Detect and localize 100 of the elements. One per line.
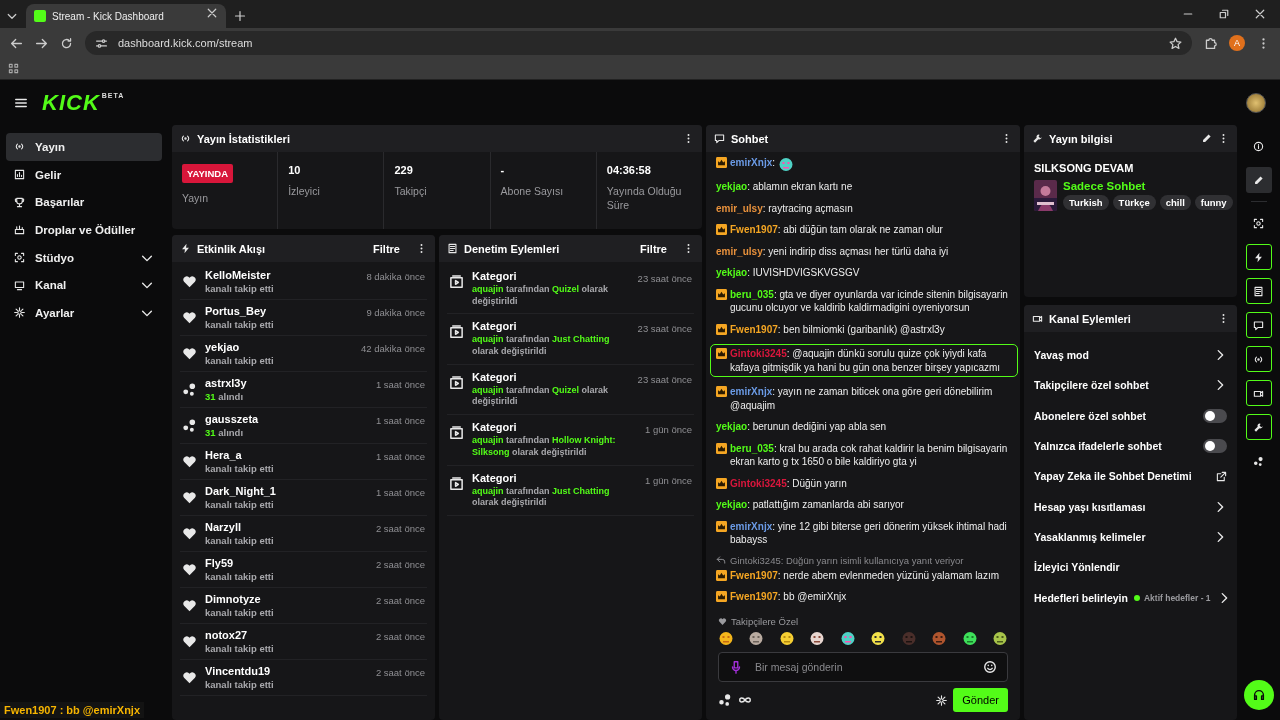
event-detail: kanalı takip etti bbox=[205, 319, 275, 330]
emote-icon[interactable] bbox=[718, 630, 734, 646]
close-icon[interactable] bbox=[1254, 8, 1266, 20]
event-username: Portus_Bey bbox=[205, 305, 268, 317]
category-link[interactable]: Sadece Sohbet bbox=[1063, 180, 1233, 192]
rail-button[interactable] bbox=[1245, 312, 1272, 338]
avatar[interactable] bbox=[1246, 92, 1266, 113]
emote-icon[interactable] bbox=[839, 630, 856, 646]
emote-icon[interactable] bbox=[778, 156, 795, 172]
sidebar-item[interactable]: Yayın bbox=[6, 133, 162, 161]
heart-icon bbox=[182, 526, 197, 541]
microphone-icon[interactable] bbox=[729, 660, 743, 674]
emote-icon[interactable] bbox=[809, 630, 826, 646]
overlay-caption: Fwen1907 : bb @emirXnjx bbox=[0, 702, 145, 718]
sidebar-item[interactable]: Ayarlar bbox=[6, 299, 162, 327]
toggle-switch[interactable] bbox=[1203, 439, 1227, 454]
external-link-icon[interactable] bbox=[1216, 470, 1227, 482]
pencil-icon[interactable] bbox=[1201, 133, 1212, 144]
moderation-title: Kategori bbox=[472, 421, 518, 434]
sidebar-item[interactable]: Kanal bbox=[6, 271, 162, 300]
rail-button[interactable] bbox=[1245, 244, 1272, 270]
emote-icon[interactable] bbox=[870, 630, 887, 646]
event-username: astrxl3y bbox=[205, 377, 248, 389]
toggle-switch[interactable] bbox=[1203, 408, 1227, 423]
rail-button[interactable] bbox=[1245, 380, 1272, 406]
panel-title: Yayın bilgisi bbox=[1049, 132, 1114, 145]
back-icon[interactable] bbox=[10, 36, 23, 50]
send-button[interactable]: Gönder bbox=[953, 688, 1008, 712]
sidebar-item[interactable]: Başarılar bbox=[6, 188, 162, 217]
rail-button[interactable] bbox=[1245, 278, 1272, 304]
filter-button[interactable]: Filtre bbox=[630, 242, 677, 255]
category-tag[interactable]: Turkish bbox=[1063, 195, 1109, 210]
new-tab-icon[interactable] bbox=[234, 10, 246, 22]
lightning-icon bbox=[1253, 251, 1264, 263]
moderation-description: aquajin tarafından Hollow Knight: Silksong olarak değiştirildi bbox=[472, 435, 617, 459]
channel-action-label[interactable]: Yapay Zeka ile Sohbet Denetimi bbox=[1034, 470, 1210, 483]
rail-button[interactable] bbox=[1245, 167, 1272, 193]
heart-icon bbox=[182, 562, 197, 577]
chat-message: Fwen1907: bb @emirXnjx bbox=[730, 590, 847, 604]
sidebar-item[interactable]: Droplar ve Ödüller bbox=[6, 216, 162, 244]
rail-button[interactable] bbox=[1245, 346, 1272, 372]
reply-icon bbox=[716, 555, 726, 565]
channel-action-label[interactable]: Abonelere özel sohbet bbox=[1034, 409, 1197, 422]
emote-icon[interactable] bbox=[961, 630, 978, 646]
address-bar[interactable]: dashboard.kick.com/stream bbox=[85, 31, 1192, 55]
bookmark-star-icon[interactable] bbox=[1169, 36, 1182, 50]
chat-message: yekjao: IUVISHDVIGSKVGSGV bbox=[716, 266, 860, 280]
chat-message: beru_035: kral bu arada cok rahat kaldirir la benim bilgisayarin ekran karto g tx 1650 o bile kaldiriyo gta yi bbox=[730, 441, 1009, 469]
emoji-icon[interactable] bbox=[983, 660, 997, 674]
category-tag[interactable]: funny bbox=[1194, 195, 1233, 210]
heart-icon bbox=[182, 490, 197, 505]
heart-icon bbox=[182, 346, 197, 361]
emote-icon[interactable] bbox=[748, 630, 765, 646]
stat-value: 229 bbox=[394, 164, 413, 176]
panel-title: Kanal Eylemleri bbox=[1049, 312, 1132, 325]
screen-play-icon bbox=[449, 425, 464, 441]
moderation-description: aquajin tarafından Quizel olarak değiştirildi bbox=[472, 384, 610, 409]
rail-button[interactable] bbox=[1245, 414, 1272, 440]
emote-icon[interactable] bbox=[991, 630, 1008, 646]
dots-icon[interactable] bbox=[718, 693, 732, 707]
chat-message: Fwen1907: ben bilmiomki (garibanlık) @astrxl3y bbox=[730, 322, 945, 336]
screen-play-icon bbox=[449, 324, 464, 340]
channel-action-label[interactable]: İzleyici Yönlendir bbox=[1034, 561, 1227, 574]
sidebar-item[interactable]: Gelir bbox=[6, 160, 162, 189]
message-field[interactable]: Bir mesaj gönderin bbox=[718, 652, 1008, 682]
chat-message: emir_ulsy: yeni indirip diss açması her türlü daha iyi bbox=[716, 244, 949, 258]
channel-action-label[interactable]: Hesap yaşı kısıtlaması bbox=[1034, 500, 1207, 513]
event-username: notox27 bbox=[205, 629, 249, 641]
sidebar-item[interactable]: Stüdyo bbox=[6, 243, 162, 272]
channel-action-label[interactable]: Yalnızca ifadelerle sohbet bbox=[1034, 440, 1197, 453]
channel-action-label[interactable]: Takipçilere özel sohbet bbox=[1034, 379, 1207, 392]
forward-icon[interactable] bbox=[35, 36, 48, 50]
crown-badge-icon bbox=[716, 520, 727, 532]
channel-action-label[interactable]: Yavaş mod bbox=[1034, 349, 1207, 362]
restore-icon[interactable] bbox=[1218, 8, 1230, 20]
site-settings-icon[interactable] bbox=[95, 36, 108, 50]
chat-message: emirXnjx: yayın ne zaman biticek ona göre geri dönebilirim @aquajim bbox=[730, 385, 994, 412]
support-button[interactable] bbox=[1243, 680, 1274, 710]
pencil-icon bbox=[1253, 174, 1264, 186]
moderation-time: 1 gün önce bbox=[645, 474, 692, 486]
extensions-icon[interactable] bbox=[1204, 36, 1217, 50]
browser-tab[interactable]: Stream - Kick Dashboard bbox=[26, 4, 226, 28]
apps-icon[interactable] bbox=[8, 63, 19, 74]
category-tag[interactable]: chill bbox=[1159, 195, 1191, 210]
event-time: 1 saat önce bbox=[375, 487, 425, 498]
category-tag[interactable]: Türkçe bbox=[1112, 195, 1156, 210]
heart-icon bbox=[182, 274, 197, 289]
message-input[interactable]: Bir mesaj gönderin bbox=[753, 660, 973, 674]
channel-action-label[interactable]: Hedefleri belirleyin bbox=[1034, 591, 1128, 604]
close-icon[interactable] bbox=[206, 7, 218, 19]
reload-icon[interactable] bbox=[60, 36, 73, 50]
filter-button[interactable]: Filtre bbox=[363, 242, 410, 255]
stat-label: Abone Sayısı bbox=[500, 184, 564, 199]
channel-action-label[interactable]: Yasaklanmış kelimeler bbox=[1034, 530, 1207, 543]
crown-badge-icon bbox=[716, 323, 727, 335]
moderation-time: 1 gün önce bbox=[645, 424, 692, 436]
crown-badge-icon bbox=[716, 288, 727, 300]
heart-icon bbox=[182, 454, 197, 469]
lightning-icon bbox=[180, 243, 191, 254]
emote-icon[interactable] bbox=[778, 630, 795, 646]
